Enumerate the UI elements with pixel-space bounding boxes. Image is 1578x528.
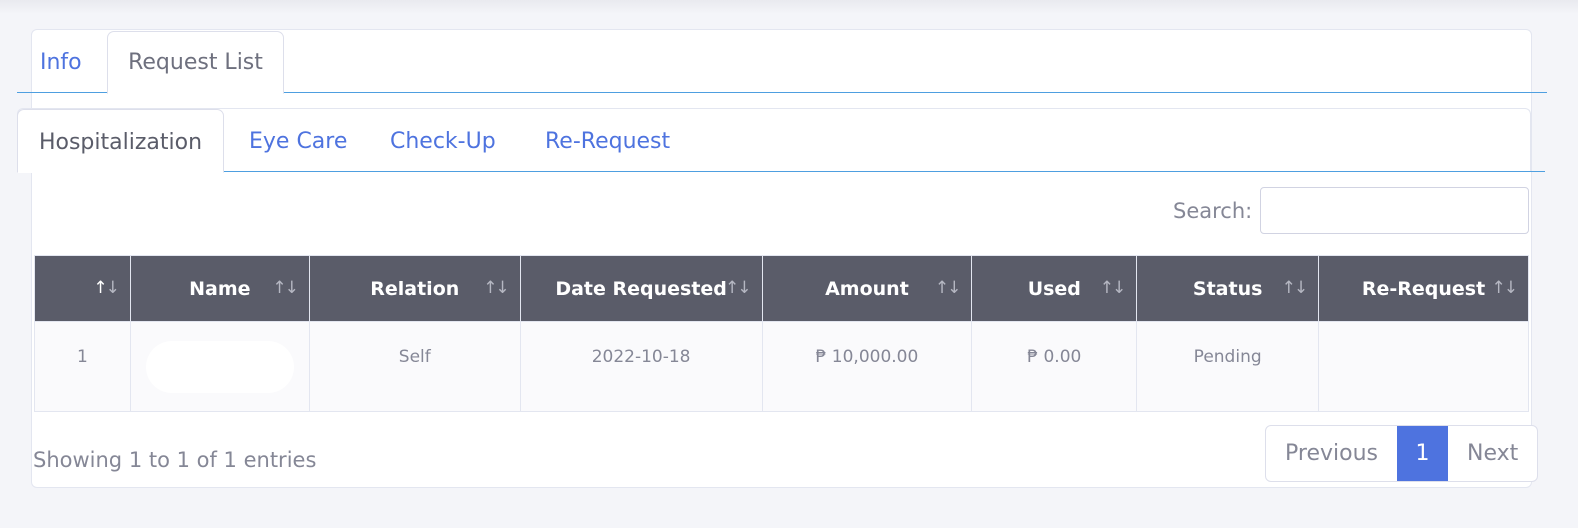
sort-arrows-icon: ↑↓ xyxy=(725,278,751,298)
tab-info[interactable]: Info xyxy=(40,42,82,93)
page-1-button[interactable]: 1 xyxy=(1396,426,1448,481)
cell-re-request xyxy=(1318,321,1529,412)
inner-tab-line xyxy=(17,171,1545,172)
cell-number: 1 xyxy=(34,321,131,412)
top-shadow xyxy=(0,0,1578,14)
sort-arrows-icon: ↑↓ xyxy=(934,278,961,298)
col-header-name[interactable]: Name ↑↓ xyxy=(129,255,310,322)
tab-hospitalization[interactable]: Hospitalization xyxy=(17,109,224,173)
requests-table: ↑↓ Name ↑↓ Relation ↑↓ Date Requested ↑↓… xyxy=(34,255,1529,412)
previous-button[interactable]: Previous xyxy=(1266,426,1397,481)
tab-request-list[interactable]: Request List xyxy=(107,31,284,94)
sort-arrows-icon: ↑↓ xyxy=(272,278,298,298)
cell-date-requested: 2022-10-18 xyxy=(519,321,763,412)
search-label: Search: xyxy=(1173,199,1253,223)
pagination: Previous 1 Next xyxy=(1265,425,1539,482)
table-row: 1 Self 2022-10-18 ₱ 10,000.00 ₱ 0.00 Pen… xyxy=(34,321,1529,412)
col-header-number[interactable]: ↑↓ xyxy=(34,255,131,322)
redacted-name xyxy=(145,341,294,393)
tab-re-request[interactable]: Re-Request xyxy=(545,112,670,172)
col-header-re-request[interactable]: Re-Request ↑↓ xyxy=(1318,255,1529,322)
sort-arrows-icon: ↑↓ xyxy=(93,278,119,298)
col-header-date-requested[interactable]: Date Requested ↑↓ xyxy=(519,255,763,322)
col-header-used[interactable]: Used ↑↓ xyxy=(971,255,1138,322)
cell-used: ₱ 0.00 xyxy=(971,321,1138,412)
cell-amount: ₱ 10,000.00 xyxy=(761,321,973,412)
cell-name xyxy=(129,321,310,412)
inner-card xyxy=(17,108,1531,172)
col-header-status[interactable]: Status ↑↓ xyxy=(1136,255,1320,322)
sort-arrows-icon: ↑↓ xyxy=(1099,278,1126,298)
sort-arrows-icon: ↑↓ xyxy=(1491,278,1518,298)
tab-eye-care[interactable]: Eye Care xyxy=(249,112,347,172)
col-header-relation[interactable]: Relation ↑↓ xyxy=(308,255,521,322)
search-input[interactable] xyxy=(1260,187,1529,234)
col-header-amount[interactable]: Amount ↑↓ xyxy=(761,255,973,322)
next-button[interactable]: Next xyxy=(1448,426,1537,481)
sort-arrows-icon: ↑↓ xyxy=(1281,278,1308,298)
table-header-row: ↑↓ Name ↑↓ Relation ↑↓ Date Requested ↑↓… xyxy=(34,255,1529,322)
table-info: Showing 1 to 1 of 1 entries xyxy=(33,448,317,472)
cell-status: Pending xyxy=(1136,321,1320,412)
cell-relation: Self xyxy=(308,321,521,412)
tab-check-up[interactable]: Check-Up xyxy=(390,112,496,172)
sort-arrows-icon: ↑↓ xyxy=(483,278,509,298)
